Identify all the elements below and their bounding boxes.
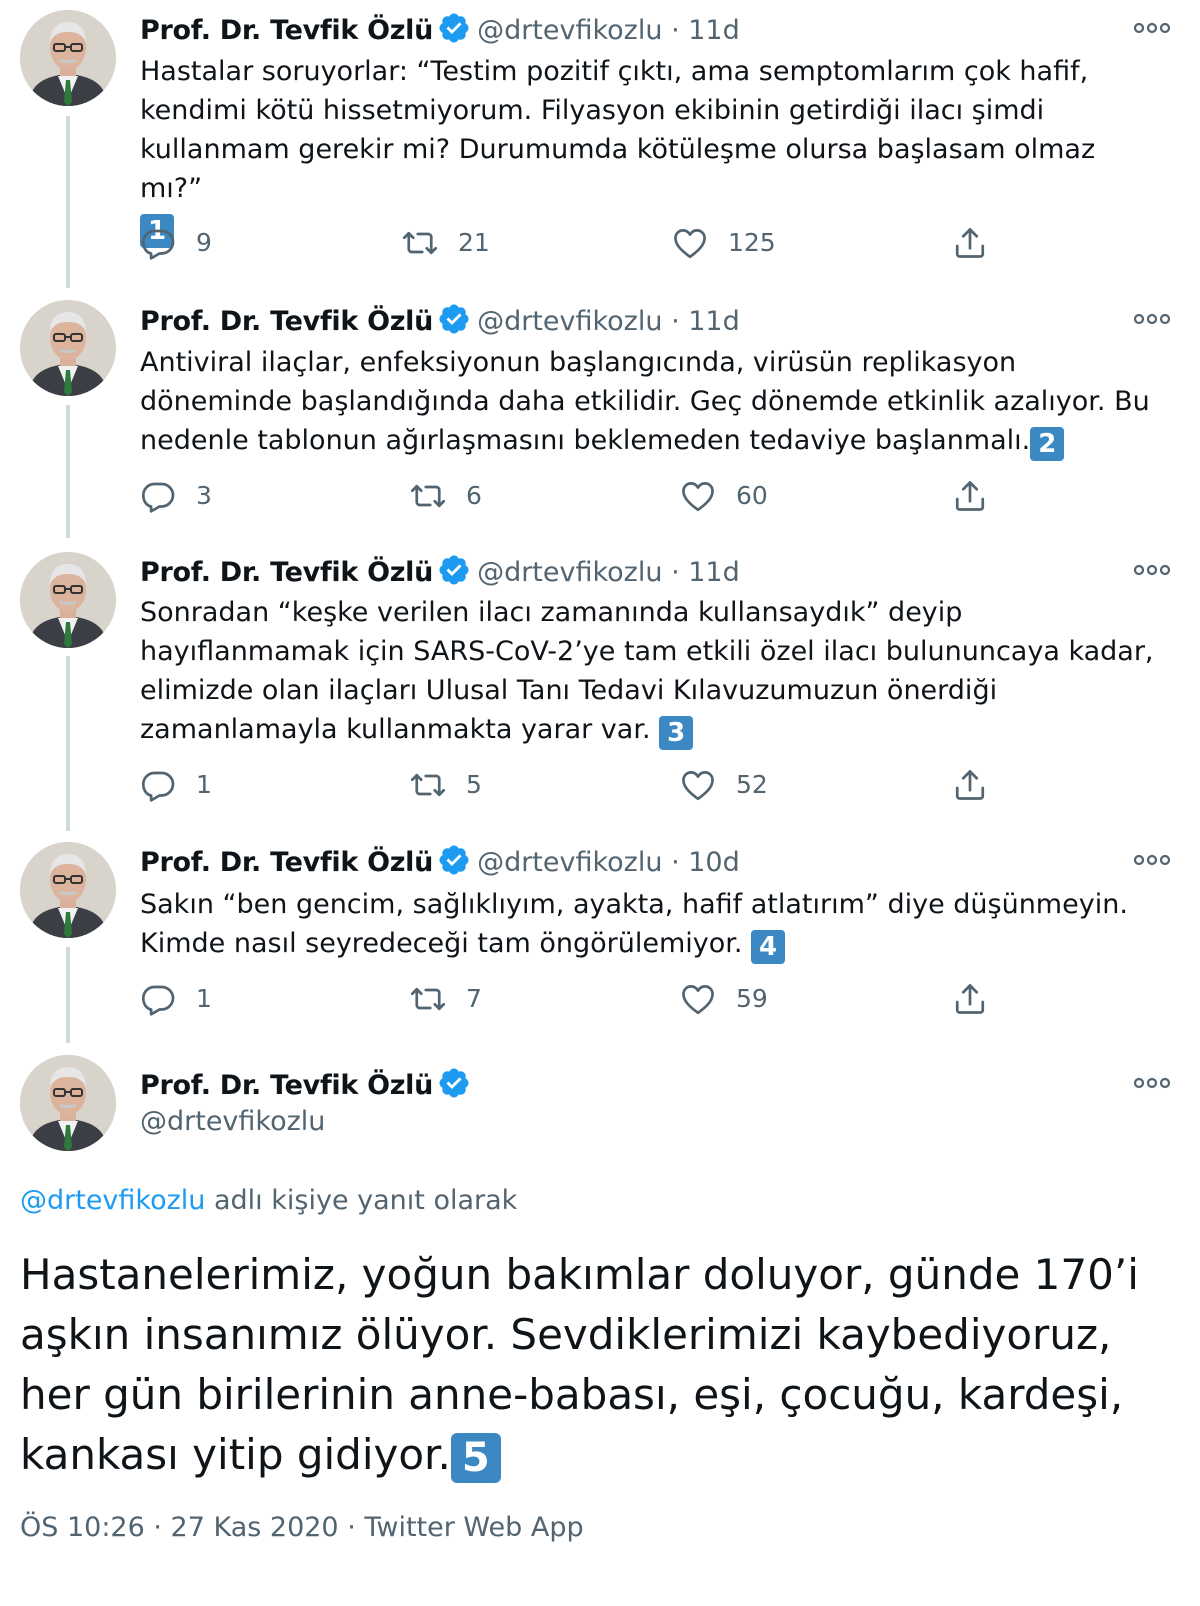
retweet-icon: [410, 981, 446, 1017]
reply-button[interactable]: 1: [140, 767, 212, 803]
tweet-time[interactable]: 11d: [688, 306, 740, 337]
like-icon: [672, 225, 708, 261]
author-handle[interactable]: @drtevfikozlu: [477, 306, 662, 337]
retweet-icon: [410, 478, 446, 514]
number-badge: 2: [1030, 427, 1065, 461]
reply-count: 1: [196, 984, 212, 1013]
thread-tweet[interactable]: Prof. Dr. Tevfik Özlü @drtevfikozlu · 10d…: [0, 830, 1200, 1045]
retweet-button[interactable]: 5: [410, 767, 482, 803]
avatar[interactable]: [20, 842, 116, 938]
more-icon[interactable]: [1132, 20, 1172, 36]
reply-count: 3: [196, 481, 212, 510]
share-icon: [952, 767, 988, 803]
more-icon[interactable]: [1132, 311, 1172, 327]
avatar[interactable]: [20, 552, 116, 648]
tweet-time[interactable]: 11d: [688, 15, 740, 46]
reply-button[interactable]: 3: [140, 478, 212, 514]
retweet-button[interactable]: 21: [402, 225, 490, 261]
tweet-text: Antiviral ilaçlar, enfeksiyonun başlangı…: [140, 347, 1159, 461]
reply-button[interactable]: 1: [140, 981, 212, 1017]
like-button[interactable]: 60: [680, 478, 768, 514]
verified-icon: [437, 1066, 471, 1100]
author-name[interactable]: Prof. Dr. Tevfik Özlü: [140, 557, 433, 588]
author-name[interactable]: Prof. Dr. Tevfik Özlü: [140, 847, 433, 878]
avatar[interactable]: [20, 10, 116, 106]
author-handle[interactable]: @drtevfikozlu: [477, 557, 662, 588]
separator: ·: [671, 306, 680, 337]
reply-context: @drtevfikozlu adlı kişiye yanıt olarak: [20, 1185, 517, 1216]
verified-icon: [437, 302, 471, 336]
share-button[interactable]: [952, 981, 1008, 1017]
thread-tweet[interactable]: Prof. Dr. Tevfik Özlü @drtevfikozlu · 11d…: [0, 540, 1200, 830]
share-button[interactable]: [952, 478, 1008, 514]
author-handle[interactable]: @drtevfikozlu: [477, 847, 662, 878]
retweet-icon: [402, 225, 438, 261]
share-button[interactable]: [952, 225, 1008, 261]
main-tweet-text: Hastanelerimiz, yoğun bakımlar doluyor, …: [20, 1250, 1139, 1483]
tweet-time[interactable]: 10d: [688, 847, 740, 878]
reply-count: 9: [196, 228, 212, 257]
thread-tweet[interactable]: Prof. Dr. Tevfik Özlü @drtevfikozlu · 11d…: [0, 290, 1200, 540]
reply-button[interactable]: 9: [140, 225, 212, 261]
retweet-button[interactable]: 6: [410, 478, 482, 514]
verified-icon: [437, 553, 471, 587]
author-handle[interactable]: @drtevfikozlu: [140, 1106, 325, 1137]
like-button[interactable]: 52: [680, 767, 768, 803]
retweet-count: 21: [458, 228, 490, 257]
avatar[interactable]: [20, 300, 116, 396]
like-count: 125: [728, 228, 776, 257]
like-count: 52: [736, 770, 768, 799]
retweet-count: 7: [466, 984, 482, 1013]
reply-icon: [140, 981, 176, 1017]
reply-to-label: adlı kişiye yanıt olarak: [205, 1185, 518, 1216]
author-handle[interactable]: @drtevfikozlu: [477, 15, 662, 46]
reply-to-handle-link[interactable]: @drtevfikozlu: [20, 1185, 205, 1216]
like-icon: [680, 478, 716, 514]
reply-icon: [140, 225, 176, 261]
more-icon[interactable]: [1132, 562, 1172, 578]
verified-icon: [437, 843, 471, 877]
like-button[interactable]: 125: [672, 225, 776, 261]
reply-icon: [140, 767, 176, 803]
retweet-icon: [410, 767, 446, 803]
more-icon[interactable]: [1132, 1075, 1172, 1091]
separator: ·: [671, 847, 680, 878]
like-count: 60: [736, 481, 768, 510]
more-icon[interactable]: [1132, 852, 1172, 868]
like-button[interactable]: 59: [680, 981, 768, 1017]
like-icon: [680, 767, 716, 803]
verified-icon: [437, 11, 471, 45]
tweet-text: Sonradan “keşke verilen ilacı zamanında …: [140, 597, 1163, 750]
share-icon: [952, 478, 988, 514]
author-name[interactable]: Prof. Dr. Tevfik Özlü: [140, 306, 433, 337]
reply-icon: [140, 478, 176, 514]
share-icon: [952, 981, 988, 1017]
like-count: 59: [736, 984, 768, 1013]
tweet-meta-footer[interactable]: ÖS 10:26 · 27 Kas 2020 · Twitter Web App: [20, 1512, 584, 1543]
separator: ·: [671, 15, 680, 46]
retweet-count: 5: [466, 770, 482, 799]
share-icon: [952, 225, 988, 261]
share-button[interactable]: [952, 767, 1008, 803]
like-icon: [680, 981, 716, 1017]
tweet-time[interactable]: 11d: [688, 557, 740, 588]
separator: ·: [671, 557, 680, 588]
number-badge: 3: [659, 716, 694, 750]
number-badge: 5: [450, 1433, 501, 1483]
avatar[interactable]: [20, 1055, 116, 1151]
number-badge: 4: [751, 930, 786, 964]
tweet-text: Hastalar soruyorlar: “Testim pozitif çık…: [140, 56, 1104, 248]
thread-tweet[interactable]: Prof. Dr. Tevfik Özlü @drtevfikozlu · 11d…: [0, 0, 1200, 290]
reply-count: 1: [196, 770, 212, 799]
tweet-text: Sakın “ben gencim, sağlıklıyım, ayakta, …: [140, 889, 1137, 964]
retweet-button[interactable]: 7: [410, 981, 482, 1017]
author-name[interactable]: Prof. Dr. Tevfik Özlü: [140, 1070, 433, 1101]
author-name[interactable]: Prof. Dr. Tevfik Özlü: [140, 15, 433, 46]
retweet-count: 6: [466, 481, 482, 510]
